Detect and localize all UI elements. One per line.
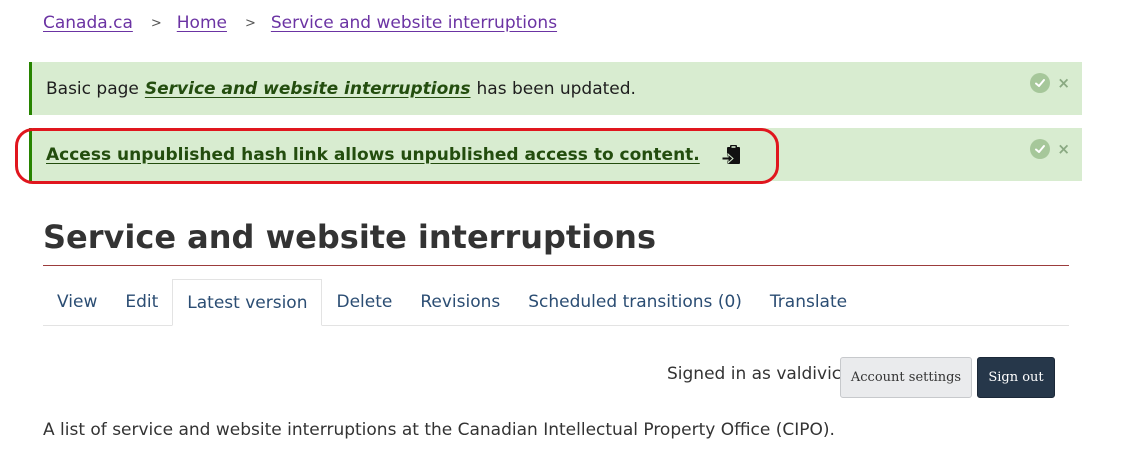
breadcrumb-separator: > [150,15,162,31]
sign-out-button[interactable]: Sign out [977,357,1055,398]
status-message-controls: × [1030,73,1070,93]
breadcrumb-current-page[interactable]: Service and website interruptions [271,13,557,33]
clipboard-icon[interactable] [721,144,742,166]
breadcrumb-home[interactable]: Home [177,13,227,33]
tab-latest-version[interactable]: Latest version [172,279,323,326]
status-message-controls: × [1030,139,1070,159]
tab-view[interactable]: View [43,279,111,325]
close-icon[interactable]: × [1057,141,1070,157]
tab-translate[interactable]: Translate [756,279,861,325]
tab-delete[interactable]: Delete [322,279,406,325]
status-message-hash-link: Access unpublished hash link allows unpu… [29,128,1082,181]
close-icon[interactable]: × [1057,75,1070,91]
breadcrumb-separator: > [244,15,256,31]
signed-in-status: Signed in as valdivic [667,364,842,384]
check-circle-icon [1030,73,1051,93]
status-message-suffix: has been updated. [476,78,636,99]
status-message-prefix: Basic page [46,78,139,99]
tab-revisions[interactable]: Revisions [406,279,514,325]
tab-edit[interactable]: Edit [111,279,172,325]
page-intro-text: A list of service and website interrupti… [43,420,835,440]
breadcrumb: Canada.ca > Home > Service and website i… [43,10,557,36]
breadcrumb-canada[interactable]: Canada.ca [43,13,133,33]
status-message-updated: Basic page Service and website interrupt… [29,62,1082,115]
page-title: Service and website interruptions [43,218,656,256]
title-divider [43,265,1069,266]
account-settings-button[interactable]: Account settings [840,357,972,398]
check-circle-icon [1030,139,1051,159]
unpublished-hash-link[interactable]: Access unpublished hash link allows unpu… [46,145,700,165]
status-message-page-link[interactable]: Service and website interruptions [145,79,471,99]
tab-scheduled-transitions[interactable]: Scheduled transitions (0) [514,279,756,325]
local-tasks-tabs: View Edit Latest version Delete Revision… [43,279,1069,326]
